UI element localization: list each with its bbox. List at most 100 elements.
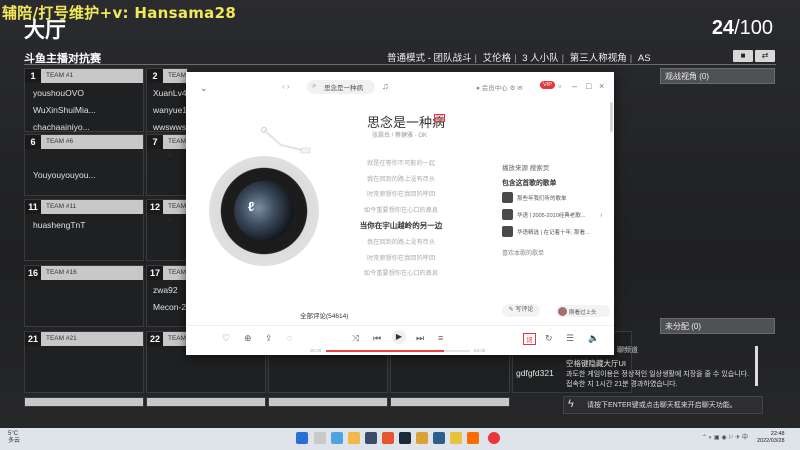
team-member[interactable]: huashengTnT (33, 220, 85, 230)
lock-icon: ■ (740, 51, 746, 60)
team-member[interactable]: youshouOVO (33, 88, 84, 98)
lyric-line: 时常原想你在我回的呼回 (366, 255, 436, 262)
unassigned-slot[interactable]: 未分配 (0) (660, 318, 775, 334)
account-area[interactable]: ● 会员中心 ⚙ ✉ (476, 82, 523, 92)
team-card[interactable] (268, 397, 388, 407)
mic-icon[interactable]: ♫ (382, 81, 389, 91)
team-card[interactable]: 16 TEAM #16 (24, 265, 144, 327)
region-label: AS (637, 53, 651, 64)
team-card[interactable]: 7 TEAM # (146, 134, 188, 196)
team-header (25, 135, 143, 149)
team-number: 12 (147, 200, 163, 214)
history-nav[interactable]: ‹ › (282, 82, 290, 91)
team-member[interactable]: WuXinShuiMia... (33, 105, 96, 115)
chevron-right-icon[interactable]: › (600, 212, 602, 219)
lyric-line: 我在回到的路上没有尽头 (366, 176, 436, 183)
team-card[interactable]: 17 TEAM # zwa92 Mecon-2 (146, 265, 188, 327)
collapse-icon[interactable]: ⌄ (200, 83, 208, 94)
mail-icon[interactable]: ✉ (517, 85, 522, 92)
search-icon[interactable] (314, 432, 326, 444)
song-meta[interactable]: 张震岳 / 蔡健雅 · OK (372, 130, 427, 139)
previous-icon[interactable]: ⏮ (373, 333, 381, 344)
lyrics-button[interactable]: 词 (523, 333, 536, 345)
playlist-item[interactable]: 华语精选 | 在记着十年, 那看... (502, 226, 612, 239)
collect-icon[interactable]: ⊕ (244, 333, 252, 344)
progress-fill (326, 350, 445, 352)
maximize-icon[interactable]: □ (586, 81, 591, 91)
related-playlists-link[interactable]: 喜欢本歌的歌单 (502, 248, 544, 257)
share-icon[interactable]: ⇪ (265, 333, 273, 344)
all-comments-link[interactable]: 全部评论(54614) (300, 310, 348, 320)
team-member[interactable]: XuanLv4 (153, 88, 187, 98)
team-card[interactable]: 11 TEAM #11 huashengTnT (24, 199, 144, 261)
play-button[interactable]: ▶ (392, 330, 406, 344)
app-icon[interactable] (450, 432, 462, 444)
music-player-window[interactable]: ⌄ ‹ › ⌕ 思念是一种病 ♫ ● 会员中心 ⚙ ✉ VIP ▫ – □ × … (186, 72, 614, 355)
play-source[interactable]: 播放来源 搜索页 (502, 162, 549, 172)
next-icon[interactable]: ⏭ (416, 333, 424, 344)
team-member[interactable]: wwswws- (153, 122, 189, 132)
queue-icon[interactable]: ☰ (566, 333, 574, 344)
team-card[interactable] (390, 397, 510, 407)
playlist-item[interactable]: 那些年我们听的歌单 (502, 192, 612, 205)
start-icon[interactable] (296, 432, 308, 444)
comment-icon[interactable]: ◌ (287, 333, 292, 343)
explorer-icon[interactable] (348, 432, 360, 444)
album-cover (234, 181, 294, 241)
playlist-icon[interactable]: ≡ (438, 333, 443, 343)
lyric-line: 如今重要想你在心口的鼻息 (363, 270, 439, 277)
chat-tab[interactable]: 聊频道 (617, 345, 638, 355)
douyu-icon[interactable] (467, 432, 479, 444)
team-header (25, 266, 143, 280)
team-card[interactable]: 1 TEAM #1 youshouOVO WuXinShuiMia... cha… (24, 68, 144, 132)
lock-button[interactable]: ■ (733, 50, 753, 62)
playlist-cover (502, 226, 513, 237)
search-query: 思念是一种病 (324, 85, 363, 92)
team-member[interactable]: gdfgfd321 (516, 368, 554, 378)
app-icon[interactable] (365, 432, 377, 444)
mini-mode-icon[interactable]: ▫ (558, 81, 561, 91)
steam-icon[interactable] (399, 432, 411, 444)
player-count: 24/100 (712, 17, 773, 40)
pen-icon: ✎ (508, 307, 514, 313)
gear-icon[interactable]: ⚙ (510, 85, 516, 92)
repeat-icon[interactable]: ↻ (545, 333, 553, 344)
vip-badge[interactable]: VIP (540, 81, 555, 89)
system-tray[interactable]: ⌃ ◐ ▣ ◉ ⚐ ✈ 中 (702, 432, 748, 441)
team-label: TEAM # (168, 138, 187, 159)
spectator-slot[interactable]: 观战视角 (0) (660, 68, 775, 84)
app-icon[interactable] (382, 432, 394, 444)
close-icon[interactable]: × (599, 81, 604, 91)
edge-icon[interactable] (331, 432, 343, 444)
weather-widget[interactable]: 5°C 多云 (8, 431, 20, 445)
shuffle-icon[interactable]: ⤨ (352, 333, 359, 344)
team-card[interactable]: 12 TEAM # (146, 199, 188, 261)
divider (24, 64, 776, 65)
scrollbar[interactable] (610, 102, 613, 132)
write-comment-button[interactable]: ✎ 写评论 (502, 304, 540, 317)
team-member[interactable]: zwa92 (153, 285, 178, 295)
team-member[interactable]: Mecon-2 (153, 302, 186, 312)
chat-scrollbar[interactable] (755, 346, 758, 386)
search-icon: ⌕ (312, 81, 317, 90)
team-member[interactable]: Youyouyouyou... (33, 170, 96, 180)
team-card[interactable]: 6 TEAM #6 Youyouyouyou... (24, 134, 144, 196)
volume-icon[interactable]: 🔈 (588, 333, 599, 344)
like-icon[interactable]: ♡ (222, 333, 230, 344)
team-card[interactable] (146, 397, 266, 407)
swap-button[interactable]: ⇄ (755, 50, 775, 62)
minimize-icon[interactable]: – (572, 81, 577, 91)
team-card[interactable]: 21 TEAM #21 (24, 331, 144, 393)
netease-music-icon[interactable] (488, 432, 500, 444)
team-header (269, 398, 387, 406)
play-icon: ▶ (395, 332, 403, 341)
team-card[interactable]: 2 TEAM # XuanLv4 wanyue12 wwswws- (146, 68, 192, 132)
clock[interactable]: 22:48 2022/03/28 (757, 431, 785, 445)
time-elapsed: 00:28 (310, 348, 322, 353)
app-icon[interactable] (433, 432, 445, 444)
team-card[interactable] (24, 397, 144, 407)
team-member[interactable]: chachaainiyo... (33, 122, 90, 132)
app-icon[interactable] (416, 432, 428, 444)
playlist-item[interactable]: 华语 | 2005-2010经典老歌... (502, 209, 612, 222)
team-label: TEAM #21 (46, 335, 77, 342)
